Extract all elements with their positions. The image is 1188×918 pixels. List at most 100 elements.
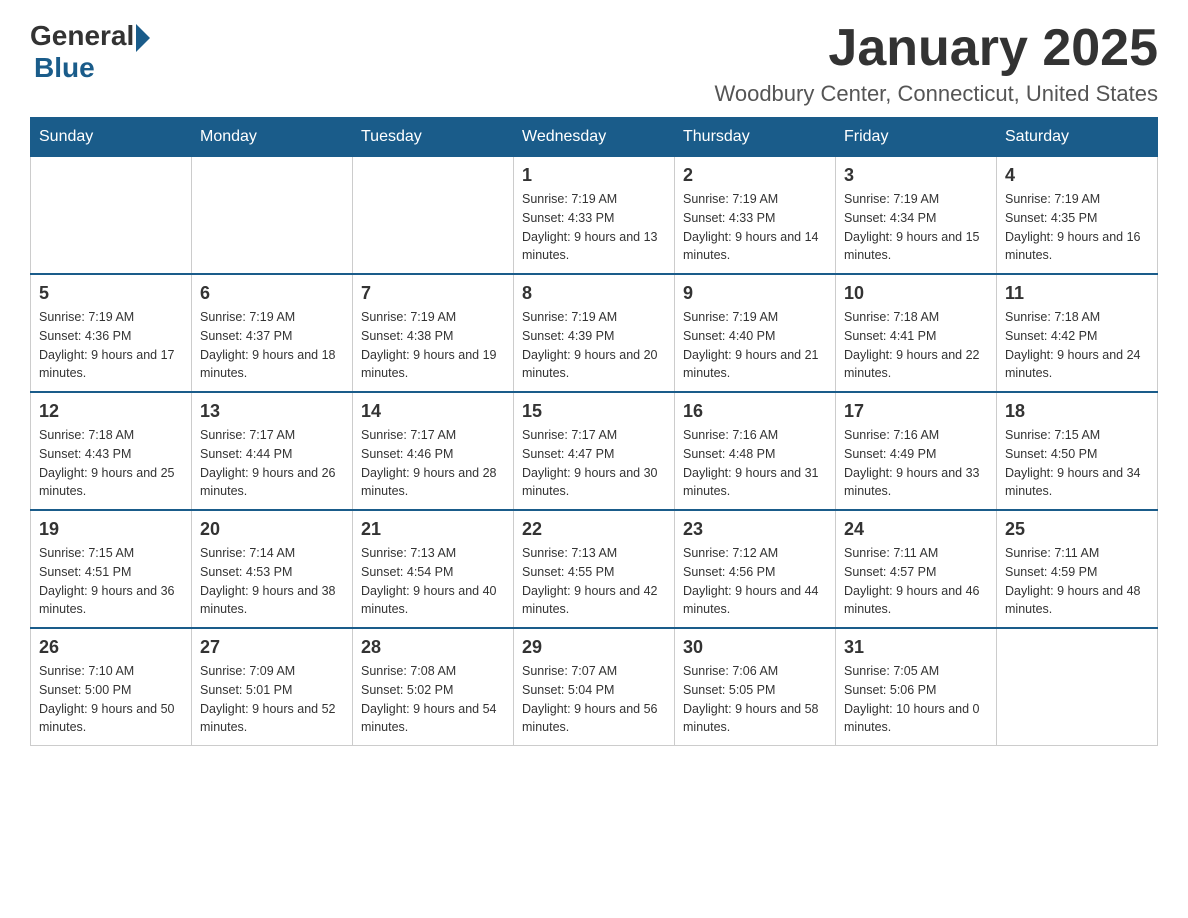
day-number: 23	[683, 519, 827, 540]
calendar-cell: 21 Sunrise: 7:13 AMSunset: 4:54 PMDayligh…	[353, 510, 514, 628]
calendar-cell: 22Sunrise: 7:13 AMSunset: 4:55 PMDayligh…	[514, 510, 675, 628]
calendar-cell: 1Sunrise: 7:19 AMSunset: 4:33 PMDaylight…	[514, 157, 675, 275]
day-number: 8	[522, 283, 666, 304]
day-info: Sunrise: 7:13 AMSunset: 4:55 PMDaylight:…	[522, 544, 666, 619]
calendar-cell: 28 Sunrise: 7:08 AMSunset: 5:02 PMDayligh…	[353, 628, 514, 746]
day-of-week-tuesday: Tuesday	[353, 118, 514, 157]
day-of-week-sunday: Sunday	[31, 118, 192, 157]
day-info: Sunrise: 7:17 AMSunset: 4:44 PMDaylight:…	[200, 426, 344, 501]
day-info: Sunrise: 7:16 AMSunset: 4:48 PMDaylight:…	[683, 426, 827, 501]
calendar-cell	[353, 157, 514, 275]
calendar-cell: 10 Sunrise: 7:18 AMSunset: 4:41 PMDayligh…	[836, 274, 997, 392]
calendar-week-1: 1Sunrise: 7:19 AMSunset: 4:33 PMDaylight…	[31, 157, 1158, 275]
calendar-title: January 2025	[714, 20, 1158, 77]
day-number: 25	[1005, 519, 1149, 540]
page-header: General Blue January 2025 Woodbury Cente…	[30, 20, 1158, 107]
day-number: 21	[361, 519, 505, 540]
day-info: Sunrise: 7:19 AMSunset: 4:35 PMDaylight:…	[1005, 190, 1149, 265]
calendar-cell: 25 Sunrise: 7:11 AMSunset: 4:59 PMDayligh…	[997, 510, 1158, 628]
day-info: Sunrise: 7:09 AMSunset: 5:01 PMDaylight:…	[200, 662, 344, 737]
day-number: 16	[683, 401, 827, 422]
day-number: 6	[200, 283, 344, 304]
calendar-cell: 9Sunrise: 7:19 AMSunset: 4:40 PMDaylight…	[675, 274, 836, 392]
day-number: 10	[844, 283, 988, 304]
day-number: 29	[522, 637, 666, 658]
day-info: Sunrise: 7:05 AMSunset: 5:06 PMDaylight:…	[844, 662, 988, 737]
day-number: 28	[361, 637, 505, 658]
day-number: 3	[844, 165, 988, 186]
day-number: 24	[844, 519, 988, 540]
calendar-cell: 26 Sunrise: 7:10 AMSunset: 5:00 PMDayligh…	[31, 628, 192, 746]
calendar-cell	[192, 157, 353, 275]
day-info: Sunrise: 7:19 AMSunset: 4:34 PMDaylight:…	[844, 190, 988, 265]
day-info: Sunrise: 7:15 AMSunset: 4:50 PMDaylight:…	[1005, 426, 1149, 501]
day-number: 4	[1005, 165, 1149, 186]
calendar-cell: 15Sunrise: 7:17 AMSunset: 4:47 PMDayligh…	[514, 392, 675, 510]
calendar-cell: 14Sunrise: 7:17 AMSunset: 4:46 PMDayligh…	[353, 392, 514, 510]
calendar-cell: 4 Sunrise: 7:19 AMSunset: 4:35 PMDaylight…	[997, 157, 1158, 275]
calendar-cell: 19 Sunrise: 7:15 AMSunset: 4:51 PMDayligh…	[31, 510, 192, 628]
calendar-week-4: 19 Sunrise: 7:15 AMSunset: 4:51 PMDayligh…	[31, 510, 1158, 628]
calendar-cell: 6 Sunrise: 7:19 AMSunset: 4:37 PMDaylight…	[192, 274, 353, 392]
calendar-week-5: 26 Sunrise: 7:10 AMSunset: 5:00 PMDayligh…	[31, 628, 1158, 746]
calendar-cell: 24 Sunrise: 7:11 AMSunset: 4:57 PMDayligh…	[836, 510, 997, 628]
day-number: 12	[39, 401, 183, 422]
calendar-table: SundayMondayTuesdayWednesdayThursdayFrid…	[30, 117, 1158, 746]
logo: General Blue	[30, 20, 150, 84]
calendar-cell	[997, 628, 1158, 746]
day-number: 18	[1005, 401, 1149, 422]
day-info: Sunrise: 7:11 AMSunset: 4:59 PMDaylight:…	[1005, 544, 1149, 619]
day-number: 15	[522, 401, 666, 422]
calendar-cell	[31, 157, 192, 275]
day-info: Sunrise: 7:19 AMSunset: 4:33 PMDaylight:…	[683, 190, 827, 265]
calendar-week-2: 5 Sunrise: 7:19 AMSunset: 4:36 PMDaylight…	[31, 274, 1158, 392]
day-info: Sunrise: 7:10 AMSunset: 5:00 PMDaylight:…	[39, 662, 183, 737]
day-of-week-friday: Friday	[836, 118, 997, 157]
calendar-cell: 3 Sunrise: 7:19 AMSunset: 4:34 PMDaylight…	[836, 157, 997, 275]
day-number: 14	[361, 401, 505, 422]
day-of-week-monday: Monday	[192, 118, 353, 157]
day-info: Sunrise: 7:13 AMSunset: 4:54 PMDaylight:…	[361, 544, 505, 619]
day-info: Sunrise: 7:08 AMSunset: 5:02 PMDaylight:…	[361, 662, 505, 737]
logo-arrow-icon	[136, 24, 150, 52]
calendar-cell: 27Sunrise: 7:09 AMSunset: 5:01 PMDayligh…	[192, 628, 353, 746]
day-info: Sunrise: 7:19 AMSunset: 4:37 PMDaylight:…	[200, 308, 344, 383]
calendar-cell: 11 Sunrise: 7:18 AMSunset: 4:42 PMDayligh…	[997, 274, 1158, 392]
calendar-cell: 23 Sunrise: 7:12 AMSunset: 4:56 PMDayligh…	[675, 510, 836, 628]
day-number: 5	[39, 283, 183, 304]
day-info: Sunrise: 7:18 AMSunset: 4:42 PMDaylight:…	[1005, 308, 1149, 383]
calendar-cell: 20 Sunrise: 7:14 AMSunset: 4:53 PMDayligh…	[192, 510, 353, 628]
day-number: 17	[844, 401, 988, 422]
day-number: 2	[683, 165, 827, 186]
day-info: Sunrise: 7:19 AMSunset: 4:40 PMDaylight:…	[683, 308, 827, 383]
title-block: January 2025 Woodbury Center, Connecticu…	[714, 20, 1158, 107]
day-info: Sunrise: 7:16 AMSunset: 4:49 PMDaylight:…	[844, 426, 988, 501]
calendar-cell: 18 Sunrise: 7:15 AMSunset: 4:50 PMDayligh…	[997, 392, 1158, 510]
calendar-subtitle: Woodbury Center, Connecticut, United Sta…	[714, 81, 1158, 107]
day-of-week-thursday: Thursday	[675, 118, 836, 157]
day-number: 20	[200, 519, 344, 540]
day-info: Sunrise: 7:18 AMSunset: 4:43 PMDaylight:…	[39, 426, 183, 501]
calendar-week-3: 12 Sunrise: 7:18 AMSunset: 4:43 PMDayligh…	[31, 392, 1158, 510]
day-info: Sunrise: 7:12 AMSunset: 4:56 PMDaylight:…	[683, 544, 827, 619]
day-number: 30	[683, 637, 827, 658]
day-number: 11	[1005, 283, 1149, 304]
day-info: Sunrise: 7:19 AMSunset: 4:38 PMDaylight:…	[361, 308, 505, 383]
calendar-cell: 7Sunrise: 7:19 AMSunset: 4:38 PMDaylight…	[353, 274, 514, 392]
day-info: Sunrise: 7:18 AMSunset: 4:41 PMDaylight:…	[844, 308, 988, 383]
calendar-cell: 31 Sunrise: 7:05 AMSunset: 5:06 PMDayligh…	[836, 628, 997, 746]
day-number: 19	[39, 519, 183, 540]
calendar-cell: 17 Sunrise: 7:16 AMSunset: 4:49 PMDayligh…	[836, 392, 997, 510]
day-info: Sunrise: 7:15 AMSunset: 4:51 PMDaylight:…	[39, 544, 183, 619]
day-of-week-saturday: Saturday	[997, 118, 1158, 157]
day-info: Sunrise: 7:11 AMSunset: 4:57 PMDaylight:…	[844, 544, 988, 619]
day-info: Sunrise: 7:14 AMSunset: 4:53 PMDaylight:…	[200, 544, 344, 619]
day-number: 13	[200, 401, 344, 422]
calendar-cell: 8Sunrise: 7:19 AMSunset: 4:39 PMDaylight…	[514, 274, 675, 392]
day-number: 31	[844, 637, 988, 658]
day-number: 26	[39, 637, 183, 658]
calendar-cell: 13 Sunrise: 7:17 AMSunset: 4:44 PMDayligh…	[192, 392, 353, 510]
logo-general-text: General	[30, 20, 134, 52]
logo-blue-text: Blue	[34, 52, 150, 84]
day-info: Sunrise: 7:19 AMSunset: 4:36 PMDaylight:…	[39, 308, 183, 383]
